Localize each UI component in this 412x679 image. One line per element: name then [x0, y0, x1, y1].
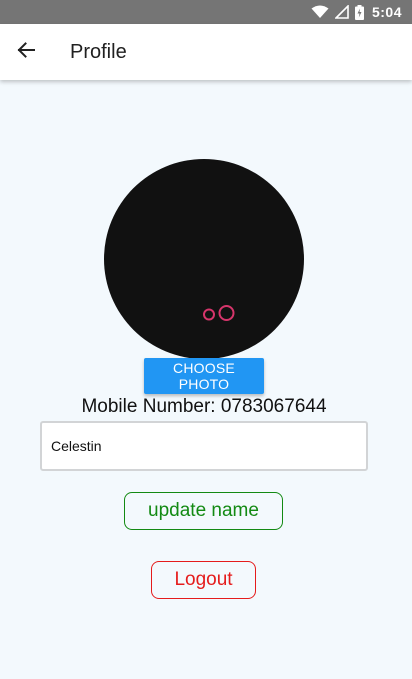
- page-title: Profile: [70, 40, 127, 63]
- eyes-icon: [202, 303, 236, 328]
- choose-photo-button[interactable]: CHOOSE PHOTO: [144, 358, 264, 394]
- profile-content: CHOOSE PHOTO Mobile Number: 0783067644 u…: [0, 80, 412, 679]
- back-button[interactable]: [2, 28, 50, 76]
- update-name-button[interactable]: update name: [124, 492, 283, 530]
- clock-time: 5:04: [371, 4, 402, 20]
- battery-icon: [354, 4, 364, 20]
- app-bar: Profile: [0, 24, 412, 80]
- mobile-number-text: Mobile Number: 0783067644: [81, 396, 327, 417]
- logout-button[interactable]: Logout: [151, 561, 256, 599]
- arrow-left-icon: [16, 40, 36, 65]
- wifi-icon: [311, 5, 329, 19]
- status-bar: 5:04: [0, 0, 412, 24]
- name-input[interactable]: [40, 421, 368, 471]
- avatar: [104, 159, 304, 359]
- signal-icon: [334, 5, 349, 19]
